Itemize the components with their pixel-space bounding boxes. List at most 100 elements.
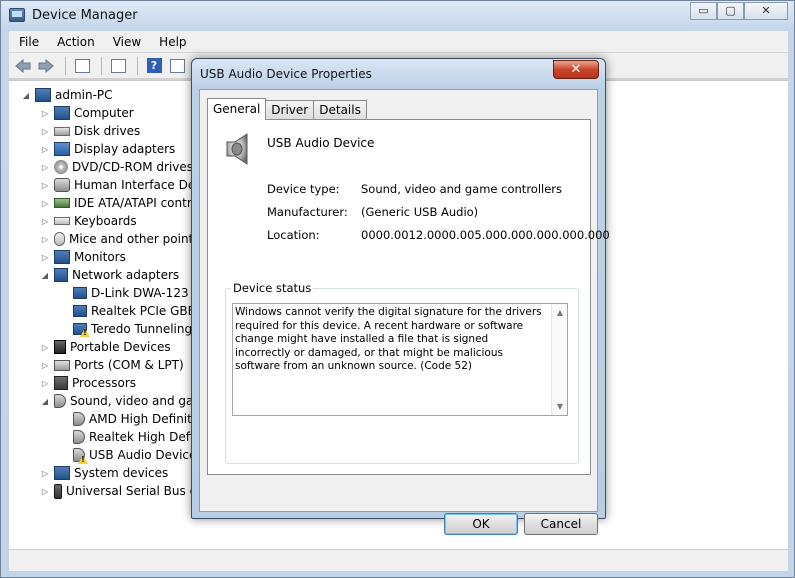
disk-drive-icon [54, 126, 70, 136]
expand-arrow-icon[interactable]: ▷ [40, 127, 50, 136]
tree-item-label: Disk drives [74, 124, 141, 138]
tree-item-dlink[interactable]: D-Link DWA-123 W [73, 284, 204, 302]
status-bar [9, 549, 788, 571]
scan-hardware-icon[interactable] [167, 56, 187, 76]
dialog-title: USB Audio Device Properties [200, 67, 372, 81]
collapse-arrow-icon[interactable]: ◢ [21, 91, 31, 100]
location-value: 0000.0012.0000.005.000.000.000.000.000 [361, 228, 610, 242]
tree-item-mice[interactable]: ▷ Mice and other pointin [40, 230, 204, 248]
usb-icon [54, 483, 62, 499]
tree-item-label: Processors [72, 376, 137, 390]
tree-item-label: Realtek High Defin [89, 430, 201, 444]
mouse-icon [54, 232, 65, 246]
scroll-down-icon[interactable]: ▼ [552, 400, 567, 414]
ok-button[interactable]: OK [444, 513, 518, 535]
tree-item-amd-hd-audio[interactable]: AMD High Definiti [73, 410, 195, 428]
network-card-icon [73, 305, 87, 317]
expand-arrow-icon[interactable]: ▷ [40, 181, 50, 190]
expand-arrow-icon[interactable]: ▷ [40, 163, 50, 172]
tab-general[interactable]: General [207, 98, 267, 120]
computer-icon [35, 88, 51, 102]
show-hide-tree-icon[interactable] [72, 56, 92, 76]
manufacturer-row: Manufacturer: (Generic USB Audio) [267, 205, 478, 219]
maximize-button[interactable]: ▢ [717, 2, 744, 20]
expand-arrow-icon[interactable]: ▷ [40, 253, 50, 262]
processor-icon [54, 376, 68, 390]
cancel-button[interactable]: Cancel [524, 513, 598, 535]
expand-arrow-icon[interactable]: ▷ [40, 109, 50, 118]
expand-arrow-icon[interactable]: ▷ [40, 379, 50, 388]
tree-item-usb-audio-device[interactable]: USB Audio Device [73, 446, 196, 464]
tab-driver[interactable]: Driver [265, 100, 315, 120]
tree-item-processors[interactable]: ▷ Processors [40, 374, 136, 392]
tree-item-label: System devices [74, 466, 169, 480]
collapse-arrow-icon[interactable]: ◢ [40, 271, 50, 280]
toolbar-separator [101, 56, 102, 75]
expand-arrow-icon[interactable]: ▷ [40, 343, 50, 352]
device-status-textbox[interactable]: Windows cannot verify the digital signat… [232, 303, 568, 416]
dialog-close-button[interactable]: ✕ [553, 60, 599, 79]
tree-item-label: AMD High Definiti [89, 412, 196, 426]
speaker-icon [73, 412, 85, 426]
toolbar-separator [65, 56, 66, 75]
tree-item-realtek-gbe[interactable]: Realtek PCIe GBE F [73, 302, 206, 320]
status-scrollbar[interactable]: ▲ ▼ [551, 304, 567, 415]
monitor-icon [54, 250, 70, 264]
tree-item-label: IDE ATA/ATAPI contro [74, 196, 199, 210]
tree-item-teredo[interactable]: Teredo Tunneling I [73, 320, 199, 338]
expand-arrow-icon[interactable]: ▷ [40, 235, 50, 244]
close-button[interactable]: ✕ [744, 2, 788, 20]
tree-item-network-adapters[interactable]: ◢ Network adapters [40, 266, 179, 284]
tree-item-computer[interactable]: ▷ Computer [40, 104, 134, 122]
tab-details[interactable]: Details [313, 100, 367, 120]
tree-item-realtek-hd-audio[interactable]: Realtek High Defin [73, 428, 201, 446]
tree-item-label: USB Audio Device [89, 448, 197, 462]
expand-arrow-icon[interactable]: ▷ [40, 145, 50, 154]
expand-arrow-icon[interactable]: ▷ [40, 217, 50, 226]
device-name: USB Audio Device [267, 136, 375, 150]
tree-item-label: DVD/CD-ROM drives [72, 160, 194, 174]
tree-item-display-adapters[interactable]: ▷ Display adapters [40, 140, 175, 158]
tree-item-label: Teredo Tunneling I [91, 322, 200, 336]
expand-arrow-icon[interactable]: ▷ [40, 487, 50, 496]
tree-item-sound-video[interactable]: ◢ Sound, video and gam [40, 392, 205, 410]
menu-action[interactable]: Action [47, 35, 103, 49]
expand-arrow-icon[interactable]: ▷ [40, 199, 50, 208]
tree-item-monitors[interactable]: ▷ Monitors [40, 248, 126, 266]
network-card-warning-icon [73, 323, 87, 335]
expand-arrow-icon[interactable]: ▷ [40, 361, 50, 370]
forward-arrow-icon[interactable] [36, 56, 56, 76]
speaker-icon [223, 132, 255, 166]
speaker-icon [73, 430, 85, 444]
device-status-group: Device status Windows cannot verify the … [225, 281, 579, 464]
menu-file[interactable]: File [9, 35, 47, 49]
menu-view[interactable]: View [103, 35, 149, 49]
tree-item-ide-controllers[interactable]: ▷ IDE ATA/ATAPI contro [40, 194, 199, 212]
title-bar[interactable]: Device Manager ▭ ▢ ✕ [1, 1, 794, 31]
tree-root[interactable]: ◢ admin-PC [21, 86, 113, 104]
minimize-button[interactable]: ▭ [690, 2, 717, 20]
tree-item-portable-devices[interactable]: ▷ Portable Devices [40, 338, 171, 356]
computer-icon [54, 106, 70, 120]
collapse-arrow-icon[interactable]: ◢ [40, 397, 50, 406]
tree-item-hid[interactable]: ▷ Human Interface Devic [40, 176, 212, 194]
back-arrow-icon[interactable] [13, 56, 33, 76]
tree-item-dvd-drives[interactable]: ▷ DVD/CD-ROM drives [40, 158, 193, 176]
tree-item-system-devices[interactable]: ▷ System devices [40, 464, 168, 482]
properties-icon[interactable] [108, 56, 128, 76]
device-type-value: Sound, video and game controllers [361, 182, 563, 196]
ide-controller-icon [54, 198, 70, 208]
tree-item-keyboards[interactable]: ▷ Keyboards [40, 212, 137, 230]
scroll-up-icon[interactable]: ▲ [552, 306, 567, 320]
manufacturer-value: (Generic USB Audio) [361, 205, 479, 219]
tree-item-disk-drives[interactable]: ▷ Disk drives [40, 122, 140, 140]
tree-item-label: Computer [74, 106, 134, 120]
help-icon[interactable]: ? [144, 56, 164, 76]
tree-item-usb-controllers[interactable]: ▷ Universal Serial Bus co [40, 482, 204, 500]
tree-item-label: Sound, video and gam [70, 394, 206, 408]
manufacturer-label: Manufacturer: [267, 205, 348, 219]
tree-item-ports[interactable]: ▷ Ports (COM & LPT) [40, 356, 184, 374]
expand-arrow-icon[interactable]: ▷ [40, 469, 50, 478]
menu-help[interactable]: Help [149, 35, 194, 49]
device-type-label: Device type: [267, 182, 340, 196]
